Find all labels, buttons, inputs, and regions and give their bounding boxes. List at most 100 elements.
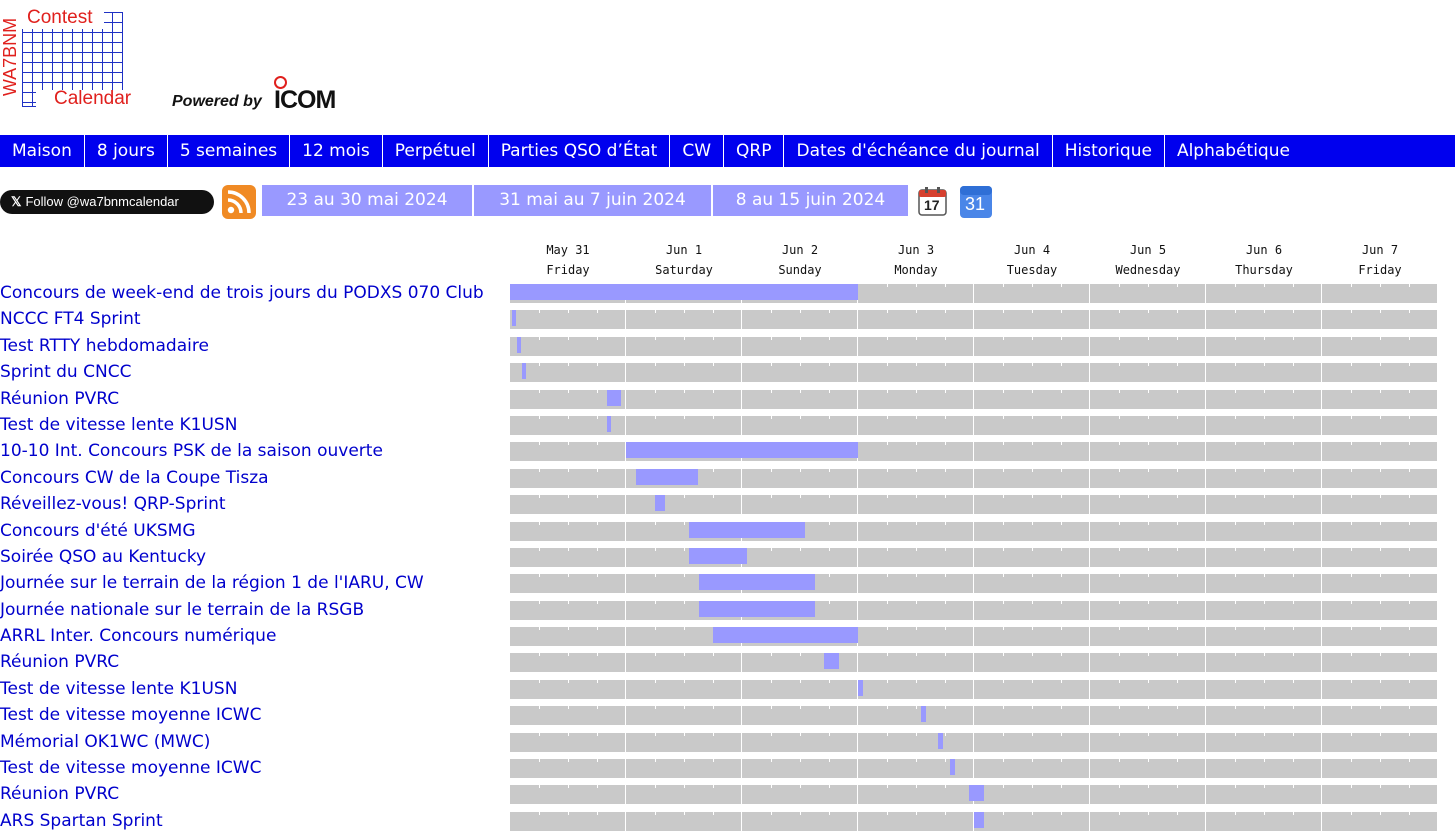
event-link[interactable]: Journée sur le terrain de la région 1 de… [0, 571, 510, 597]
event-link[interactable]: Concours de week-end de trois jours du P… [0, 281, 510, 307]
nav-item[interactable]: Maison [0, 135, 85, 167]
hour-tick [1264, 521, 1265, 525]
nav-item[interactable]: 8 jours [85, 135, 168, 167]
event-link[interactable]: Réunion PVRC [0, 782, 510, 808]
hour-tick [655, 811, 656, 815]
event-link[interactable]: Test de vitesse moyenne ICWC [0, 703, 510, 729]
ical-calendar-icon[interactable]: 17 [916, 185, 950, 217]
hour-tick [597, 495, 598, 499]
event-duration-bar[interactable] [824, 653, 839, 670]
event-link[interactable]: ARRL Inter. Concours numérique [0, 624, 510, 650]
day-date: Jun 5 [1129, 243, 1167, 257]
nav-item[interactable]: Historique [1053, 135, 1165, 167]
event-duration-bar[interactable] [512, 310, 517, 327]
event-link[interactable]: ARS Spartan Sprint [0, 809, 510, 835]
event-duration-bar[interactable] [974, 811, 984, 828]
hour-tick [1032, 336, 1033, 340]
event-duration-bar[interactable] [626, 442, 858, 459]
event-link[interactable]: Test de vitesse lente K1USN [0, 413, 510, 439]
event-track [510, 706, 1438, 726]
day-cell [1206, 415, 1321, 435]
hour-tick [1177, 389, 1178, 393]
event-link[interactable]: Mémorial OK1WC (MWC) [0, 730, 510, 756]
hour-tick [945, 468, 946, 472]
event-link[interactable]: Concours CW de la Coupe Tisza [0, 466, 510, 492]
event-duration-bar[interactable] [606, 415, 612, 432]
hour-tick [1003, 468, 1004, 472]
event-duration-bar[interactable] [655, 495, 665, 512]
day-date: Jun 6 [1245, 243, 1283, 257]
event-row: Soirée QSO au Kentucky [0, 545, 1455, 571]
nav-item[interactable]: Parties QSO d’État [489, 135, 671, 167]
week-link-1[interactable]: 23 au 30 mai 2024 [262, 185, 472, 216]
event-duration-bar[interactable] [698, 600, 815, 617]
event-link[interactable]: Réveillez-vous! QRP-Sprint [0, 492, 510, 518]
event-link[interactable]: 10-10 Int. Concours PSK de la saison ouv… [0, 439, 510, 465]
event-duration-bar[interactable] [517, 336, 522, 353]
event-duration-bar[interactable] [949, 759, 955, 776]
day-cell [1090, 468, 1205, 488]
google-calendar-icon[interactable]: 31 [959, 185, 993, 219]
event-duration-bar[interactable] [969, 785, 984, 802]
event-row: Réunion PVRC [0, 782, 1455, 808]
event-link[interactable]: Soirée QSO au Kentucky [0, 545, 510, 571]
hour-tick [1351, 336, 1352, 340]
event-duration-bar[interactable] [713, 627, 858, 644]
nav-item[interactable]: Perpétuel [383, 135, 489, 167]
event-duration-bar[interactable] [688, 521, 805, 538]
event-duration-bar[interactable] [522, 363, 527, 380]
nav-item[interactable]: 5 semaines [168, 135, 291, 167]
event-link[interactable]: Concours d'été UKSMG [0, 519, 510, 545]
week-link-3[interactable]: 8 au 15 juin 2024 [713, 185, 908, 216]
hour-tick [1061, 415, 1062, 419]
hour-tick [1177, 495, 1178, 499]
hour-tick [1380, 706, 1381, 710]
hour-tick [1351, 679, 1352, 683]
event-duration-bar[interactable] [937, 732, 943, 749]
event-link[interactable]: Journée nationale sur le terrain de la R… [0, 598, 510, 624]
rss-icon[interactable] [222, 185, 256, 219]
site-logo[interactable]: Contest Calendar WA7BNM [0, 0, 160, 115]
event-duration-bar[interactable] [510, 284, 858, 300]
nav-item[interactable]: CW [670, 135, 725, 167]
event-link[interactable]: Réunion PVRC [0, 387, 510, 413]
hour-tick [1235, 679, 1236, 683]
event-link[interactable]: Réunion PVRC [0, 650, 510, 676]
event-duration-bar[interactable] [606, 389, 622, 406]
event-duration-bar[interactable] [858, 679, 863, 696]
event-duration-bar[interactable] [920, 706, 926, 723]
hour-tick [887, 521, 888, 525]
nav-item[interactable]: 12 mois [290, 135, 383, 167]
hour-tick [1409, 468, 1410, 472]
follow-x-button[interactable]: 𝕏 Follow @wa7bnmcalendar [0, 190, 214, 214]
hour-tick [1235, 389, 1236, 393]
hour-tick [1351, 363, 1352, 367]
hour-tick [684, 759, 685, 763]
nav-item[interactable]: Alphabétique [1165, 135, 1302, 167]
event-duration-bar[interactable] [698, 574, 815, 591]
day-cell [1322, 759, 1437, 779]
hour-tick [1148, 574, 1149, 578]
hour-tick [1235, 442, 1236, 446]
hour-tick [1264, 468, 1265, 472]
event-link[interactable]: Test RTTY hebdomadaire [0, 334, 510, 360]
hour-tick [1177, 574, 1178, 578]
hour-tick [684, 363, 685, 367]
hour-tick [945, 653, 946, 657]
event-duration-bar[interactable] [635, 468, 699, 485]
icom-logo[interactable]: ICOM [274, 74, 354, 114]
event-duration-bar[interactable] [688, 547, 747, 564]
hour-tick [1235, 732, 1236, 736]
hour-tick [568, 547, 569, 551]
event-link[interactable]: NCCC FT4 Sprint [0, 307, 510, 333]
event-link[interactable]: Sprint du CNCC [0, 360, 510, 386]
hour-tick [916, 706, 917, 710]
hour-tick [1380, 785, 1381, 789]
event-link[interactable]: Test de vitesse moyenne ICWC [0, 756, 510, 782]
hour-tick [1235, 363, 1236, 367]
nav-item[interactable]: Dates d'échéance du journal [784, 135, 1053, 167]
nav-item[interactable]: QRP [724, 135, 785, 167]
event-link[interactable]: Test de vitesse lente K1USN [0, 677, 510, 703]
week-link-2[interactable]: 31 mai au 7 juin 2024 [474, 185, 711, 216]
hour-tick [1148, 495, 1149, 499]
